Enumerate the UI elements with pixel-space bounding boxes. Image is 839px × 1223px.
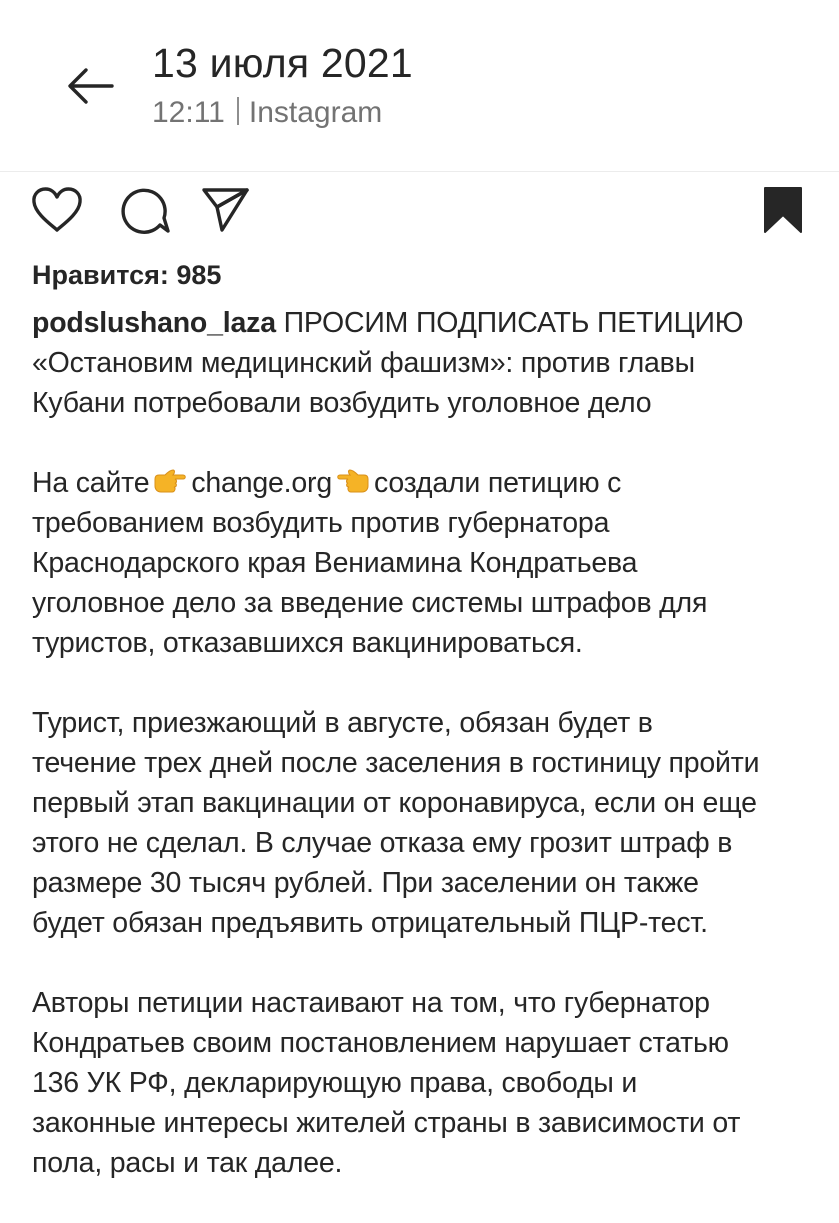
caption-line: течение трех дней после заселения в гост…	[32, 747, 760, 779]
caption-line: Авторы петиции настаивают на том, что гу…	[32, 987, 710, 1019]
caption-line: пола, расы и так далее.	[32, 1147, 343, 1179]
caption-paragraph: Турист, приезжающий в августе, обязан бу…	[32, 703, 822, 943]
caption-line: podslushano_laza ПРОСИМ ПОДПИСАТЬ ПЕТИЦИ…	[32, 303, 822, 343]
caption-line: На сайте change.org создали петицию с	[32, 463, 822, 503]
post-actions	[0, 180, 839, 240]
caption-text: На сайте	[32, 467, 150, 499]
caption-paragraph: Авторы петиции настаивают на том, что гу…	[32, 983, 822, 1183]
post-date: 13 июля 2021	[152, 40, 413, 86]
point-left-emoji	[337, 469, 369, 493]
caption-line: первый этап вакцинации от коронавируса, …	[32, 787, 757, 819]
caption-paragraph: podslushano_laza ПРОСИМ ПОДПИСАТЬ ПЕТИЦИ…	[32, 303, 822, 423]
caption-text: создали петицию с	[373, 467, 622, 499]
caption-text: ПРОСИМ ПОДПИСАТЬ ПЕТИЦИЮ	[275, 307, 744, 339]
caption-line: Кондратьев своим постановлением нарушает…	[32, 1027, 729, 1059]
caption-line: Турист, приезжающий в августе, обязан бу…	[32, 707, 653, 739]
author-username[interactable]: podslushano_laza	[32, 307, 276, 339]
post-source: Instagram	[248, 96, 383, 129]
comment-icon[interactable]	[116, 184, 172, 236]
likes-count[interactable]: Нравится: 985	[32, 260, 221, 291]
share-icon[interactable]	[200, 186, 252, 234]
heart-icon[interactable]	[30, 186, 84, 234]
caption-line: законные интересы жителей страны в завис…	[32, 1107, 741, 1139]
top-bar: 13 июля 2021 12:11 Instagram	[0, 0, 839, 172]
caption-line: Краснодарского края Вениамина Кондратьев…	[32, 547, 638, 579]
caption-line: туристов, отказавшихся вакцинироваться.	[32, 627, 583, 659]
caption-line: будет обязан предъявить отрицательный ПЦ…	[32, 907, 708, 939]
post-caption: podslushano_laza ПРОСИМ ПОДПИСАТЬ ПЕТИЦИ…	[32, 303, 822, 1223]
post-time: 12:11	[152, 96, 225, 129]
caption-line: этого не сделал. В случае отказа ему гро…	[32, 827, 733, 859]
post-meta: 12:11 Instagram	[152, 96, 382, 130]
caption-line: размере 30 тысяч рублей. При заселении о…	[32, 867, 699, 899]
caption-paragraph: На сайте change.org создали петицию с тр…	[32, 463, 822, 663]
caption-line: Кубани потребовали возбудить уголовное д…	[32, 387, 652, 419]
arrow-left-icon[interactable]	[62, 62, 118, 110]
change-org-link[interactable]: change.org	[191, 467, 332, 499]
caption-line: «Остановим медицинский фашизм»: против г…	[32, 347, 695, 379]
meta-divider	[236, 97, 239, 125]
caption-line: уголовное дело за введение системы штраф…	[32, 587, 708, 619]
bookmark-icon[interactable]	[762, 186, 804, 234]
point-right-emoji	[154, 469, 187, 493]
caption-line: требованием возбудить против губернатора	[32, 507, 610, 539]
caption-line: 136 УК РФ, декларирующую права, свободы …	[32, 1067, 638, 1099]
